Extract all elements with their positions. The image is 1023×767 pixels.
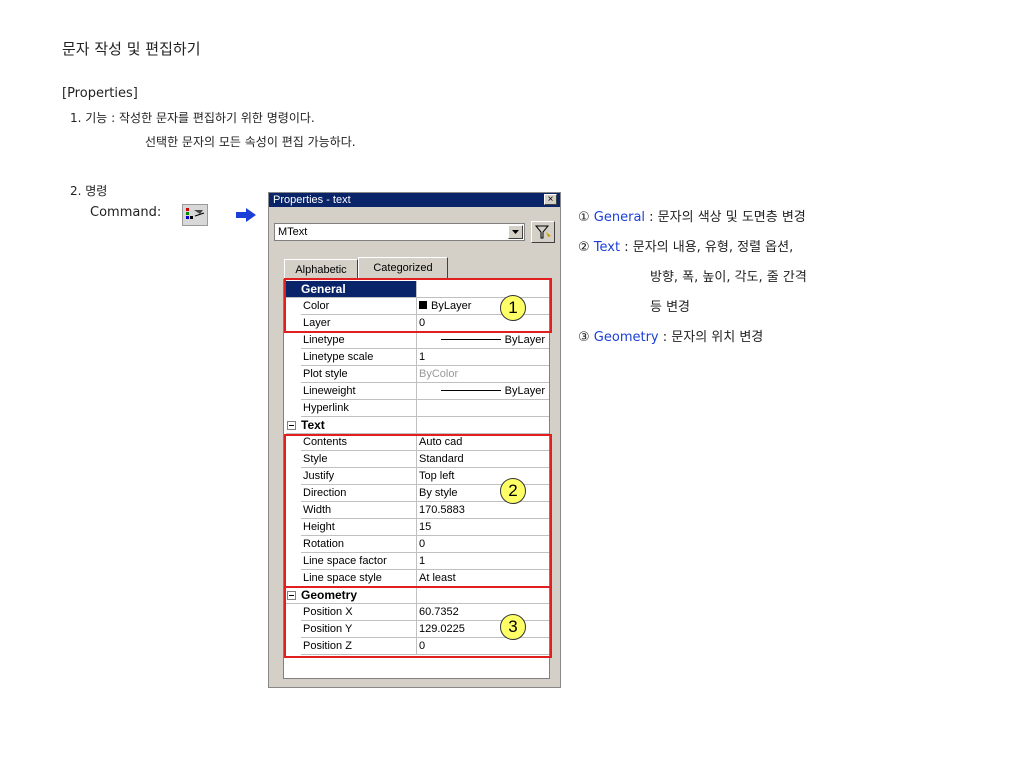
legend-number: ③ [578,330,590,345]
property-value[interactable]: ByColor [417,366,549,383]
property-row[interactable]: Hyperlink [284,400,549,417]
property-value [417,417,549,434]
window-title: Properties - text [273,194,351,206]
property-row[interactable]: Lineweight ByLayer [284,383,549,400]
window-titlebar[interactable]: Properties - text × [269,193,560,207]
property-row[interactable]: Plot style ByColor [284,366,549,383]
properties-window: Properties - text × MText Alphabetic Cat… [268,192,561,688]
marker-3: 3 [500,614,526,640]
property-value[interactable] [417,400,549,417]
legend-item: ② Text : 문자의 내용, 유형, 정렬 옵션, [578,236,793,255]
property-value-text: ByLayer [504,334,545,346]
legend-keyword: General [593,210,646,225]
properties-command-icon[interactable] [182,204,208,226]
quick-select-button[interactable] [531,221,555,243]
property-name: Plot style [301,366,417,383]
legend-description: : 문자의 위치 변경 [658,330,764,345]
property-value[interactable]: ByLayer [417,332,549,349]
legend-description: : 문자의 색상 및 도면층 변경 [645,210,806,225]
legend-item: ① General : 문자의 색상 및 도면층 변경 [578,206,806,225]
text-highlight-box [284,434,552,588]
page-title: 문자 작성 및 편집하기 [62,40,201,58]
object-type-dropdown[interactable]: MText [274,223,525,241]
legend-number: ② [578,240,590,255]
legend-number: ① [578,210,590,225]
function-description-line1: 1. 기능 : 작성한 문자를 편집하기 위한 명령이다. [70,111,315,125]
category-row[interactable]: Text [284,417,549,434]
property-row[interactable]: Linetype ByLayer [284,332,549,349]
section-heading: [Properties] [62,86,138,101]
property-name: Linetype [301,332,417,349]
command-label: Command: [90,205,162,220]
legend-keyword: Geometry [593,330,659,345]
legend-item: 등 변경 [650,296,690,315]
property-name: Text [286,417,417,434]
chevron-down-icon[interactable] [508,225,523,239]
object-type-value: MText [278,226,308,238]
property-value[interactable]: ByLayer [417,383,549,400]
close-icon[interactable]: × [544,194,557,205]
property-name: Lineweight [301,383,417,400]
property-name: Hyperlink [301,400,417,417]
linetype-preview-icon [440,339,501,340]
property-row[interactable]: Linetype scale 1 [284,349,549,366]
legend-description: : 문자의 내용, 유형, 정렬 옵션, [620,240,794,255]
property-value-text: ByColor [419,368,459,380]
right-arrow-icon [235,207,257,223]
marker-2: 2 [500,478,526,504]
tab-categorized[interactable]: Categorized [358,257,448,278]
legend-continuation: 등 변경 [650,300,691,315]
function-description-line2: 선택한 문자의 모든 속성이 편집 가능하다. [145,135,356,149]
linetype-preview-icon [440,390,501,391]
tab-alphabetic[interactable]: Alphabetic [284,259,358,278]
property-grid: General Color ByLayer Layer 0 Linetype ByLayer… [283,278,552,679]
property-value-text: ByLayer [504,385,545,397]
marker-1: 1 [500,295,526,321]
command-number-label: 2. 명령 [70,184,108,198]
property-name: Linetype scale [301,349,417,366]
legend-continuation: 방향, 폭, 높이, 각도, 줄 간격 [650,270,807,285]
property-value-text: 1 [419,351,426,363]
legend-item: ③ Geometry : 문자의 위치 변경 [578,326,763,345]
property-value[interactable]: 1 [417,349,549,366]
legend-item: 방향, 폭, 높이, 각도, 줄 간격 [650,266,807,285]
legend-keyword: Text [593,240,621,255]
